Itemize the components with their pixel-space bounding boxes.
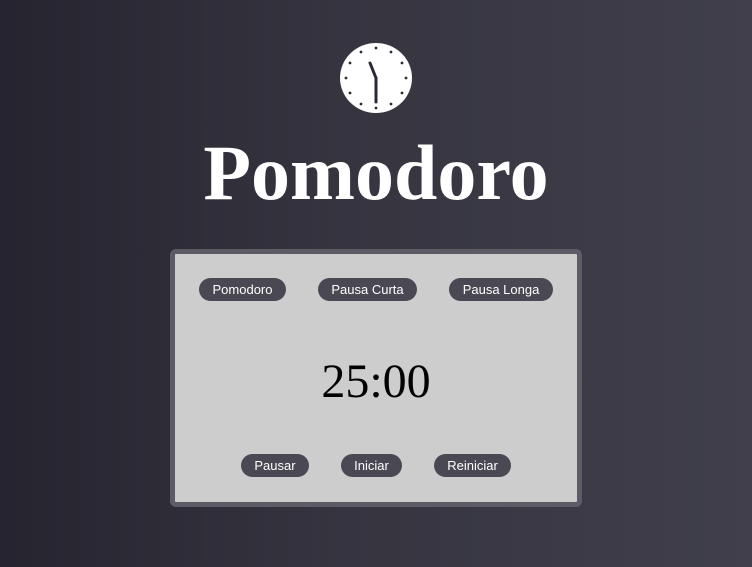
app-logo	[339, 42, 413, 114]
tab-pausa-longa[interactable]: Pausa Longa	[449, 278, 553, 301]
tab-pomodoro[interactable]: Pomodoro	[199, 278, 286, 301]
tab-pausa-curta[interactable]: Pausa Curta	[318, 278, 417, 301]
start-button[interactable]: Iniciar	[341, 454, 402, 477]
clock-icon	[340, 43, 412, 113]
page-title: Pomodoro	[203, 129, 549, 216]
timer-card: Pomodoro Pausa Curta Pausa Longa 25:00 P…	[170, 249, 582, 507]
pause-button[interactable]: Pausar	[241, 454, 309, 477]
timer-display: 25:00	[321, 355, 431, 408]
reset-button[interactable]: Reiniciar	[434, 454, 511, 477]
